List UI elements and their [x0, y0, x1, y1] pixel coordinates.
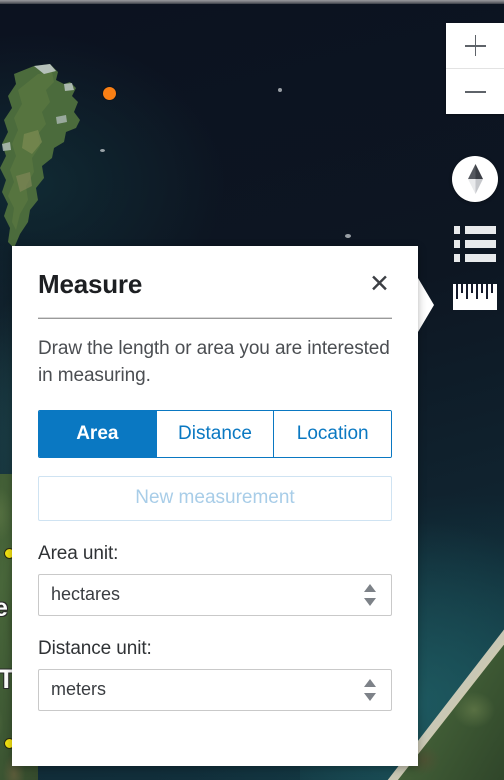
tab-area[interactable]: Area [39, 410, 157, 457]
legend-bar-icon [465, 226, 496, 234]
map-island-landmass [0, 64, 80, 248]
measure-panel: Measure ✕ Draw the length or area you ar… [12, 246, 418, 766]
chevron-updown-icon [364, 678, 377, 701]
minus-icon [464, 81, 486, 102]
panel-callout-pointer [418, 278, 434, 332]
map-islet-a [278, 88, 282, 92]
map-islet-b [345, 234, 351, 238]
map-label-e: e [0, 594, 9, 622]
legend-bullet-icon [454, 240, 460, 248]
window-top-chrome-strip [0, 0, 504, 4]
legend-icon-row-2 [454, 240, 496, 248]
zoom-controls [446, 23, 504, 114]
legend-button[interactable] [454, 226, 496, 262]
legend-bar-icon [465, 240, 496, 248]
tab-distance[interactable]: Distance [156, 410, 275, 457]
tab-location[interactable]: Location [274, 410, 391, 457]
distance-unit-select[interactable]: meters [38, 668, 392, 711]
new-measurement-button[interactable]: New measurement [38, 475, 392, 521]
legend-bullet-icon [454, 226, 460, 234]
area-unit-select[interactable]: hectares [38, 573, 392, 616]
plus-icon [464, 35, 486, 56]
orange-point-marker[interactable] [103, 87, 116, 100]
compass-button[interactable] [452, 156, 498, 202]
area-unit-label: Area unit: [38, 542, 119, 564]
chevron-updown-icon [364, 583, 377, 606]
zoom-out-button[interactable] [446, 69, 504, 114]
legend-bar-icon [465, 254, 496, 262]
measure-mode-tabs: Area Distance Location [38, 409, 392, 458]
page-title: Measure [38, 269, 143, 299]
legend-bullet-icon [454, 254, 460, 262]
map-toolbar [446, 23, 504, 310]
legend-icon-row-1 [454, 226, 496, 234]
map-islet-c [100, 149, 105, 152]
panel-description: Draw the length or area you are interest… [38, 338, 390, 386]
distance-unit-value: meters [51, 679, 107, 700]
ruler-icon [456, 284, 458, 299]
area-unit-field: Area unit: hectares [38, 543, 392, 616]
distance-unit-field: Distance unit: meters [38, 638, 392, 711]
distance-unit-label: Distance unit: [38, 637, 152, 659]
panel-header: Measure ✕ [38, 270, 392, 303]
compass-icon [467, 164, 483, 194]
zoom-in-button[interactable] [446, 23, 504, 69]
measure-ruler-button[interactable] [453, 284, 497, 310]
close-icon[interactable]: ✕ [359, 270, 392, 303]
legend-icon-row-3 [454, 254, 496, 262]
area-unit-value: hectares [51, 584, 121, 605]
panel-divider [38, 317, 392, 319]
